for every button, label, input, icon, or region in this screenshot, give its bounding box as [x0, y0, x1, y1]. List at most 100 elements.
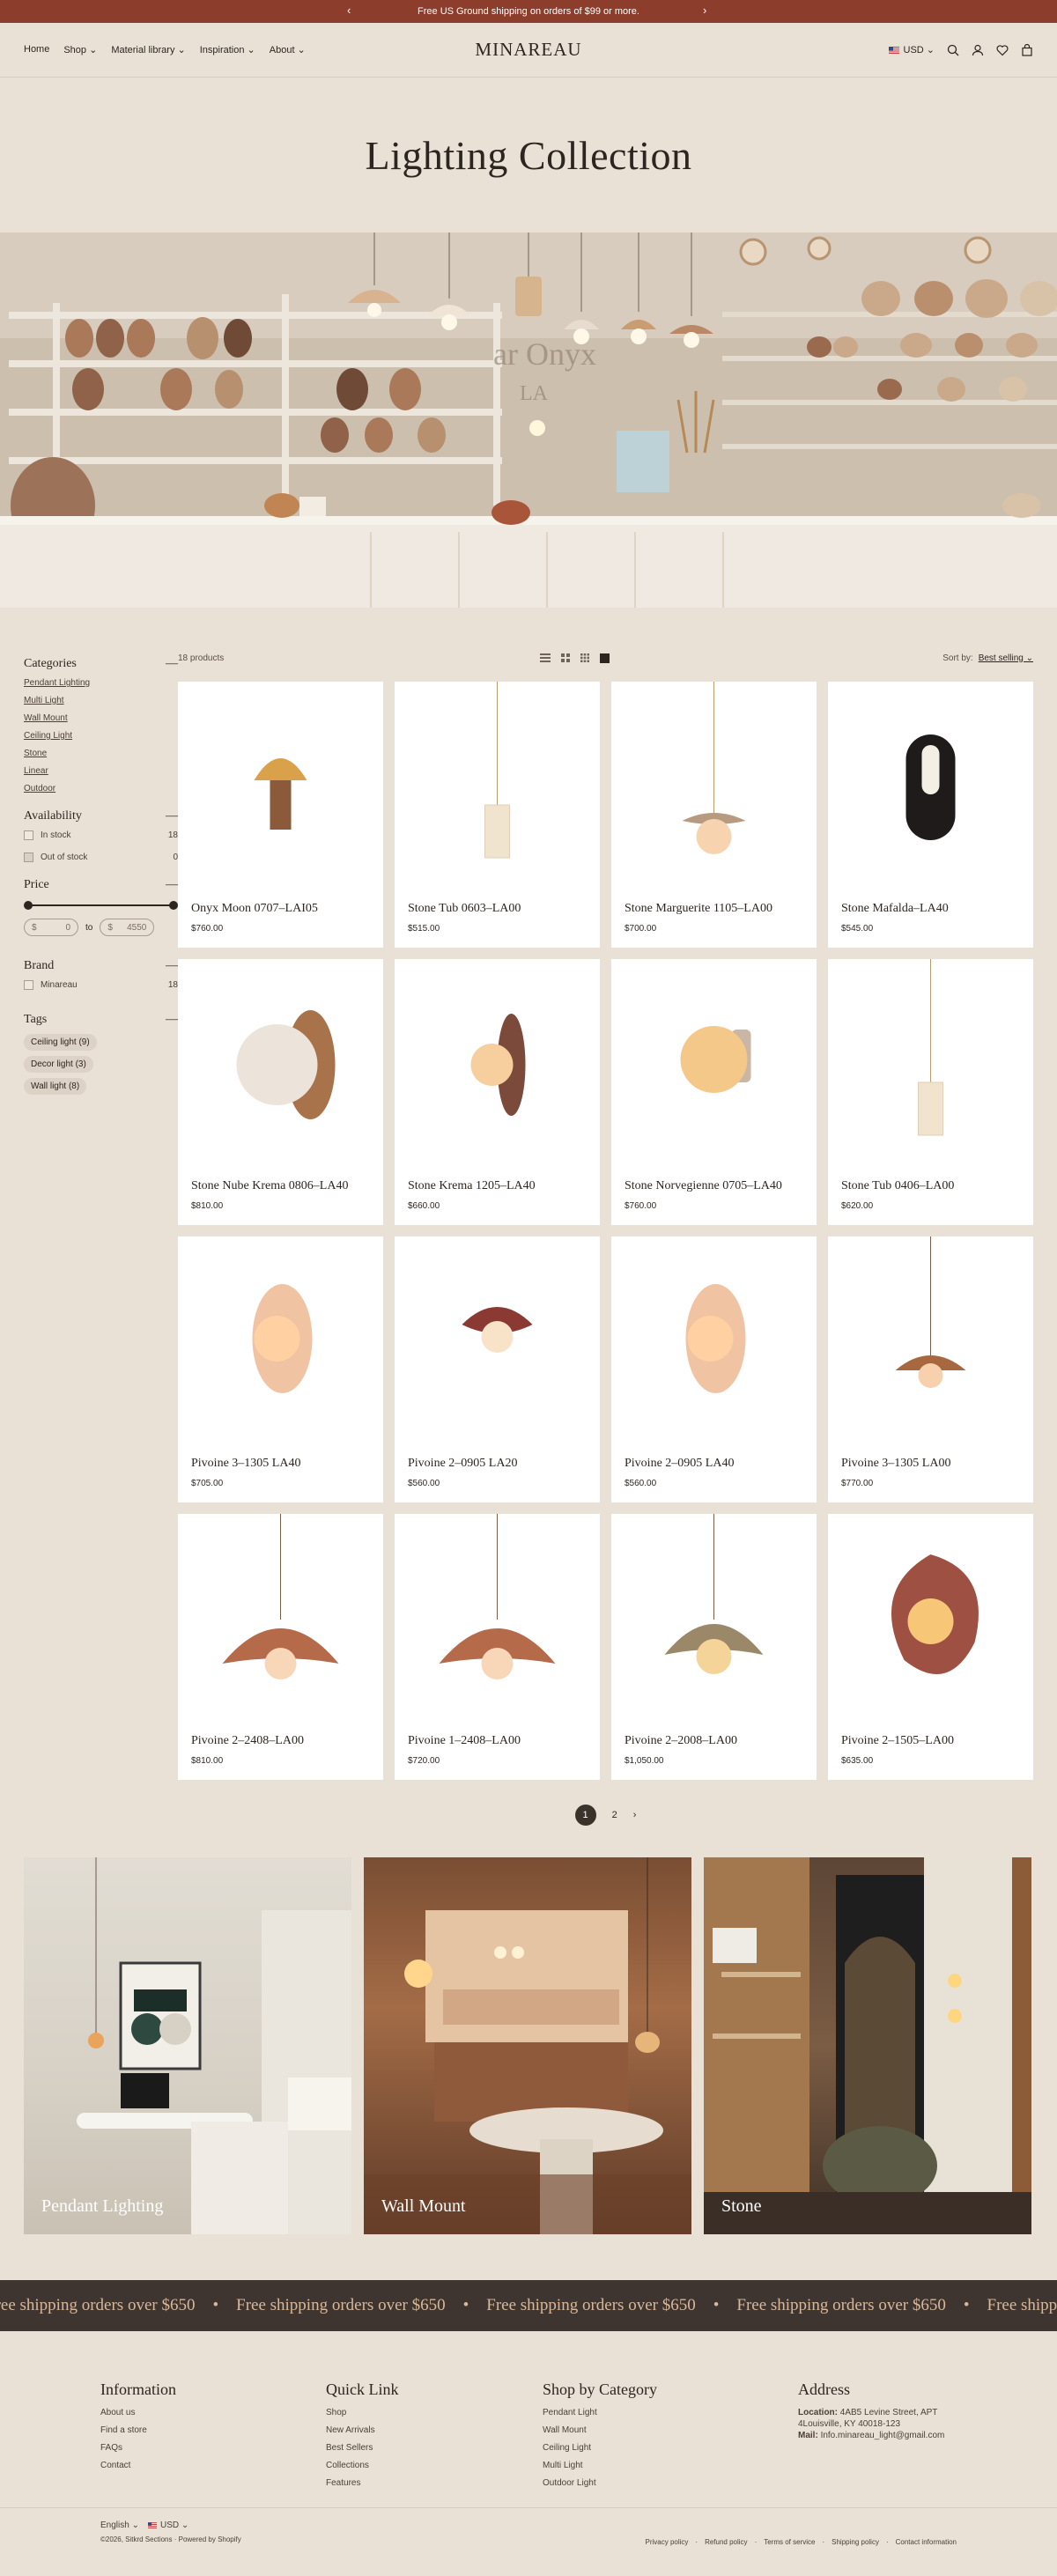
- tag-chip[interactable]: Decor light (3): [24, 1056, 93, 1073]
- price-max-input[interactable]: $4550: [100, 919, 155, 936]
- policy-link[interactable]: Terms of service: [764, 2538, 815, 2546]
- product-card[interactable]: Pivoine 2–2008–LA00 $1,050.00: [611, 1514, 817, 1780]
- tile-wall-mount[interactable]: Wall Mount: [364, 1857, 691, 2234]
- nav-shop[interactable]: Shop ⌄: [63, 44, 97, 55]
- product-name[interactable]: Onyx Moon 0707–LAI05: [191, 902, 318, 916]
- footer-link[interactable]: Wall Mount: [543, 2425, 798, 2435]
- out-of-stock-checkbox[interactable]: Out of stock 0: [24, 853, 178, 862]
- price-min-input[interactable]: $0: [24, 919, 78, 936]
- wishlist-heart-icon[interactable]: [996, 44, 1009, 56]
- product-image[interactable]: [611, 1514, 817, 1725]
- mail-link[interactable]: Info.minareau_light@gmail.com: [821, 2431, 945, 2440]
- product-name[interactable]: Stone Marguerite 1105–LA00: [625, 902, 772, 916]
- category-link[interactable]: Pendant Lighting: [24, 678, 178, 688]
- account-icon[interactable]: [972, 44, 984, 56]
- product-card[interactable]: Pivoine 2–2408–LA00 $810.00: [178, 1514, 383, 1780]
- announcement-prev-icon[interactable]: ‹: [347, 4, 351, 17]
- price-range-slider[interactable]: [24, 901, 178, 910]
- footer-link[interactable]: Ceiling Light: [543, 2443, 798, 2453]
- product-name[interactable]: Pivoine 3–1305 LA00: [841, 1457, 950, 1471]
- in-stock-checkbox[interactable]: In stock 18: [24, 830, 178, 840]
- policy-link[interactable]: Contact information: [896, 2538, 957, 2546]
- product-image[interactable]: [828, 682, 1033, 893]
- product-card[interactable]: Pivoine 3–1305 LA00 $770.00: [828, 1236, 1033, 1502]
- product-card[interactable]: Stone Tub 0603–LA00 $515.00: [395, 682, 600, 948]
- nav-inspiration[interactable]: Inspiration ⌄: [200, 44, 255, 55]
- checkbox-box[interactable]: [24, 853, 33, 862]
- product-image[interactable]: [611, 959, 817, 1170]
- product-card[interactable]: Stone Norvegienne 0705–LA40 $760.00: [611, 959, 817, 1225]
- slider-max-handle[interactable]: [169, 901, 178, 910]
- product-name[interactable]: Stone Nube Krema 0806–LA40: [191, 1179, 348, 1193]
- category-link[interactable]: Multi Light: [24, 696, 178, 705]
- product-name[interactable]: Stone Mafalda–LA40: [841, 902, 949, 916]
- nav-material-library[interactable]: Material library ⌄: [111, 44, 185, 55]
- tag-chip[interactable]: Ceiling light (9): [24, 1034, 97, 1051]
- list-view-icon[interactable]: [539, 653, 551, 662]
- category-link[interactable]: Wall Mount: [24, 713, 178, 723]
- product-name[interactable]: Pivoine 2–2008–LA00: [625, 1734, 737, 1748]
- page-2-link[interactable]: 2: [612, 1810, 617, 1820]
- policy-link[interactable]: Privacy policy: [646, 2538, 689, 2546]
- footer-link[interactable]: Pendant Light: [543, 2408, 798, 2417]
- collapse-icon[interactable]: —: [166, 959, 178, 973]
- footer-link[interactable]: Collections: [326, 2461, 543, 2470]
- category-link[interactable]: Linear: [24, 766, 178, 776]
- product-image[interactable]: [178, 682, 383, 893]
- product-card[interactable]: Pivoine 2–0905 LA40 $560.00: [611, 1236, 817, 1502]
- grid-2-icon[interactable]: [560, 653, 570, 662]
- product-card[interactable]: Stone Nube Krema 0806–LA40 $810.00: [178, 959, 383, 1225]
- footer-link[interactable]: Best Sellers: [326, 2443, 543, 2453]
- filter-header[interactable]: Availability —: [24, 809, 178, 823]
- product-card[interactable]: Pivoine 1–2408–LA00 $720.00: [395, 1514, 600, 1780]
- category-link[interactable]: Ceiling Light: [24, 731, 178, 741]
- product-image[interactable]: [178, 1236, 383, 1448]
- product-image[interactable]: [395, 959, 600, 1170]
- product-name[interactable]: Stone Tub 0406–LA00: [841, 1179, 954, 1193]
- collapse-icon[interactable]: —: [166, 657, 178, 671]
- category-link[interactable]: Outdoor: [24, 784, 178, 793]
- product-image[interactable]: [828, 1514, 1033, 1725]
- product-name[interactable]: Stone Krema 1205–LA40: [408, 1179, 536, 1193]
- footer-link[interactable]: Shop: [326, 2408, 543, 2417]
- product-card[interactable]: Stone Tub 0406–LA00 $620.00: [828, 959, 1033, 1225]
- product-name[interactable]: Pivoine 1–2408–LA00: [408, 1734, 521, 1748]
- product-name[interactable]: Pivoine 2–1505–LA00: [841, 1734, 954, 1748]
- product-card[interactable]: Pivoine 2–0905 LA20 $560.00: [395, 1236, 600, 1502]
- product-card[interactable]: Pivoine 2–1505–LA00 $635.00: [828, 1514, 1033, 1780]
- product-image[interactable]: [395, 1514, 600, 1725]
- product-name[interactable]: Pivoine 2–0905 LA40: [625, 1457, 734, 1471]
- filter-header[interactable]: Tags —: [24, 1013, 178, 1027]
- sort-select[interactable]: Best selling ⌄: [979, 653, 1033, 663]
- filter-header[interactable]: Categories —: [24, 657, 178, 671]
- nav-about[interactable]: About ⌄: [270, 44, 306, 55]
- product-image[interactable]: [611, 1236, 817, 1448]
- next-page-icon[interactable]: ›: [633, 1810, 637, 1820]
- product-image[interactable]: [178, 1514, 383, 1725]
- policy-link[interactable]: Shipping policy: [832, 2538, 879, 2546]
- sort-control[interactable]: Sort by: Best selling ⌄: [942, 653, 1033, 663]
- product-name[interactable]: Pivoine 3–1305 LA40: [191, 1457, 300, 1471]
- policy-link[interactable]: Refund policy: [705, 2538, 747, 2546]
- product-card[interactable]: Stone Marguerite 1105–LA00 $700.00: [611, 682, 817, 948]
- footer-link[interactable]: New Arrivals: [326, 2425, 543, 2435]
- footer-link[interactable]: Contact: [100, 2461, 326, 2470]
- footer-link[interactable]: About us: [100, 2408, 326, 2417]
- footer-link[interactable]: Multi Light: [543, 2461, 798, 2470]
- tile-stone[interactable]: Stone: [704, 1857, 1031, 2234]
- product-image[interactable]: [395, 682, 600, 893]
- footer-link[interactable]: Outdoor Light: [543, 2478, 798, 2488]
- collapse-icon[interactable]: —: [166, 809, 178, 823]
- tag-chip[interactable]: Wall light (8): [24, 1078, 87, 1095]
- filter-header[interactable]: Brand —: [24, 959, 178, 973]
- product-name[interactable]: Stone Tub 0603–LA00: [408, 902, 521, 916]
- product-card[interactable]: Onyx Moon 0707–LAI05 $760.00: [178, 682, 383, 948]
- collapse-icon[interactable]: —: [166, 1013, 178, 1027]
- footer-link[interactable]: Find a store: [100, 2425, 326, 2435]
- footer-link[interactable]: Features: [326, 2478, 543, 2488]
- grid-4-icon[interactable]: [599, 653, 610, 663]
- collapse-icon[interactable]: —: [166, 878, 178, 892]
- product-image[interactable]: [611, 682, 817, 893]
- product-name[interactable]: Pivoine 2–2408–LA00: [191, 1734, 304, 1748]
- category-link[interactable]: Stone: [24, 749, 178, 758]
